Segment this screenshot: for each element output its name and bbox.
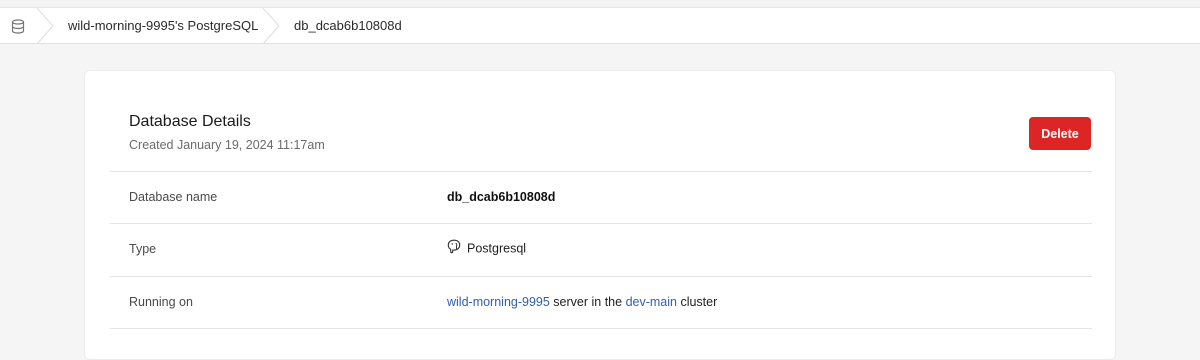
cluster-link[interactable]: dev-main [626, 295, 677, 309]
divider [110, 223, 1092, 224]
database-name-value: db_dcab6b10808d [447, 190, 556, 204]
breadcrumb-item-server[interactable]: wild-morning-9995's PostgreSQL [68, 8, 258, 44]
type-value: Postgresql [447, 239, 527, 258]
card-title: Database Details [129, 113, 251, 130]
database-name-label: Database name [129, 190, 218, 204]
divider [110, 171, 1092, 172]
running-on-suffix-text: cluster [676, 295, 718, 309]
created-timestamp: Created January 19, 2024 11:17am [129, 138, 325, 152]
running-on-middle-text: server in the [549, 295, 626, 309]
type-text: Postgresql [467, 241, 527, 256]
breadcrumb-separator [262, 8, 280, 44]
type-label: Type [129, 242, 157, 256]
divider [110, 328, 1092, 329]
postgresql-elephant-icon [447, 239, 461, 257]
delete-button[interactable]: Delete [1029, 117, 1091, 150]
divider [110, 276, 1092, 277]
server-link[interactable]: wild-morning-9995 [447, 295, 550, 309]
breadcrumb-item-database[interactable]: db_dcab6b10808d [294, 8, 402, 44]
breadcrumb-separator [36, 8, 54, 44]
database-icon[interactable] [0, 8, 36, 44]
running-on-label: Running on [129, 295, 193, 309]
running-on-value: wild-morning-9995 server in the dev-main… [447, 295, 717, 309]
database-details-card: Database Details Created January 19, 202… [84, 70, 1116, 360]
breadcrumb: wild-morning-9995's PostgreSQL db_dcab6b… [0, 8, 1200, 44]
top-strip [0, 0, 1200, 8]
